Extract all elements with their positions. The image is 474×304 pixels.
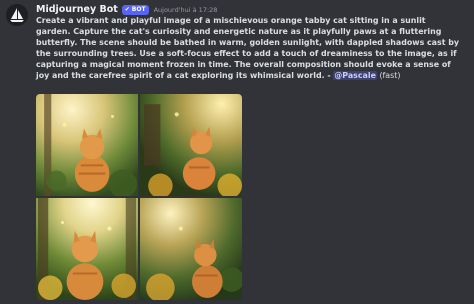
- user-mention[interactable]: @Pascale: [333, 71, 377, 81]
- generated-image-2[interactable]: [140, 94, 242, 196]
- image-grid: [36, 94, 242, 300]
- generation-mode: (fast): [376, 71, 401, 81]
- sailboat-icon: [6, 4, 28, 26]
- bot-badge: ✔ BOT: [121, 4, 149, 15]
- generated-image-1[interactable]: [36, 94, 138, 196]
- generated-image-4[interactable]: [140, 198, 242, 300]
- verified-check-icon: ✔: [124, 5, 130, 13]
- message-content: Create a vibrant and playful image of a …: [36, 15, 462, 82]
- message-timestamp: Aujourd'hui à 17:28: [153, 5, 218, 14]
- author-name[interactable]: Midjourney Bot: [36, 4, 118, 15]
- bot-avatar[interactable]: [6, 4, 28, 26]
- generated-image-3[interactable]: [36, 198, 138, 300]
- bot-badge-label: BOT: [131, 5, 146, 13]
- message-header: Midjourney Bot ✔ BOT Aujourd'hui à 17:28: [36, 4, 217, 15]
